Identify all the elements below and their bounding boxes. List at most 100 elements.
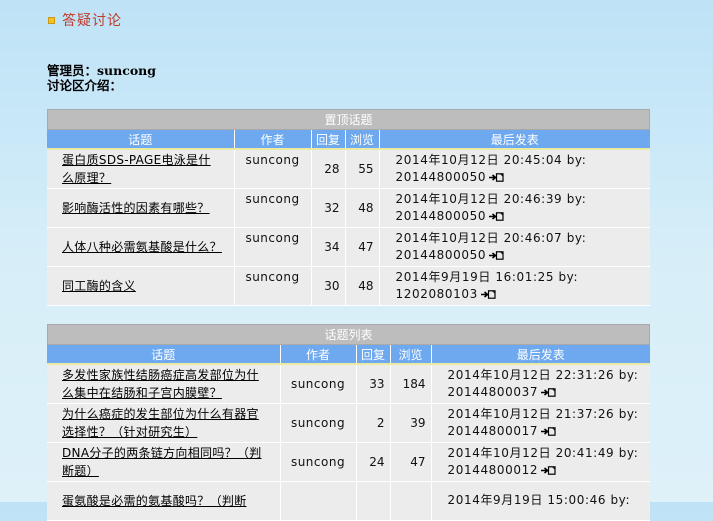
topic-cell: 为什么癌症的发生部位为什么有器官 选择性？（针对研究生） <box>47 403 281 443</box>
topic-link[interactable]: 多发性家族性结肠癌症高发部位为什 么集中在结肠和子宫内膜壁？ <box>62 368 259 400</box>
last-post-cell: 2014年10月12日 21:37:26 by: 20144800017 <box>431 403 650 443</box>
replies-cell: 30 <box>311 266 346 306</box>
table-row: DNA分子的两条链方向相同吗？（判 断题） suncong 24 47 2014年… <box>47 442 650 482</box>
last-post-time: 2014年9月19日 15:00:46 by: <box>447 493 631 508</box>
table-row: 人体八种必需氨基酸是什么？ suncong 34 47 2014年10月12日 … <box>47 227 650 267</box>
author-cell <box>280 481 357 521</box>
topic-cell: 蛋氨酸是必需的氨基酸吗？（判断 <box>47 481 281 521</box>
replies-cell: 24 <box>356 442 391 482</box>
arrow-into-page-icon[interactable] <box>489 248 505 260</box>
last-post-user[interactable]: 20144800050 <box>396 170 487 184</box>
pinned-header-row: 话题 作者 回复 浏览 最后发表 <box>47 130 650 150</box>
views-cell <box>390 481 432 521</box>
arrow-into-page-icon[interactable] <box>541 424 557 436</box>
author-cell: suncong <box>234 227 312 267</box>
last-post-time: 2014年10月12日 20:45:04 by: <box>395 153 587 168</box>
col-replies: 回复 <box>356 345 391 365</box>
last-post-cell: 2014年10月12日 20:46:39 by: 20144800050 <box>379 188 650 228</box>
last-post-user[interactable]: 20144800050 <box>396 248 487 262</box>
col-last-post: 最后发表 <box>379 130 650 150</box>
col-author: 作者 <box>280 345 357 365</box>
table-row: 影响酶活性的因素有哪些？ suncong 32 48 2014年10月12日 2… <box>47 188 650 228</box>
arrow-into-page-icon[interactable] <box>480 287 497 299</box>
replies-cell: 28 <box>311 149 346 189</box>
views-cell: 47 <box>390 442 432 482</box>
last-post-time: 2014年9月19日 16:01:25 by: <box>395 270 579 284</box>
topic-cell: 蛋白质SDS-PAGE电泳是什 么原理？ <box>47 149 235 189</box>
author-cell: suncong <box>234 149 312 189</box>
list-header-row: 话题 作者 回复 浏览 最后发表 <box>47 345 650 365</box>
bullet-icon <box>48 16 55 24</box>
topic-link[interactable]: 蛋氨酸是必需的氨基酸吗？（判断 <box>62 494 247 508</box>
last-post-user[interactable]: 1202080103 <box>396 287 478 301</box>
last-post-cell: 2014年9月19日 16:01:25 by: 1202080103 <box>379 266 650 306</box>
topic-link[interactable]: 为什么癌症的发生部位为什么有器官 选择性？（针对研究生） <box>62 407 259 439</box>
col-author: 作者 <box>234 130 312 150</box>
topic-link[interactable]: DNA分子的两条链方向相同吗？（判 断题） <box>62 446 262 478</box>
last-post-cell: 2014年9月19日 15:00:46 by: <box>431 481 650 521</box>
views-cell: 48 <box>345 188 380 228</box>
col-views: 浏览 <box>345 130 380 150</box>
author-cell: suncong <box>234 266 312 306</box>
topic-link[interactable]: 蛋白质SDS-PAGE电泳是什 么原理？ <box>62 153 211 185</box>
last-post-user[interactable]: 20144800050 <box>396 209 487 223</box>
replies-cell: 32 <box>311 188 346 228</box>
topic-cell: 同工酶的含义 <box>47 266 235 306</box>
replies-cell: 34 <box>311 227 346 267</box>
replies-cell: 2 <box>356 403 391 443</box>
intro-line: 讨论区介绍： <box>47 75 122 94</box>
topic-link[interactable]: 人体八种必需氨基酸是什么？ <box>62 240 222 254</box>
last-post-time: 2014年10月12日 20:41:49 by: <box>447 446 639 460</box>
last-post-cell: 2014年10月12日 22:31:26 by: 20144800037 <box>431 364 650 404</box>
last-post-time: 2014年10月12日 20:46:07 by: <box>395 231 587 245</box>
topic-link[interactable]: 影响酶活性的因素有哪些？ <box>62 201 210 215</box>
col-last-post: 最后发表 <box>431 345 650 365</box>
list-table: 话题 作者 回复 浏览 最后发表 多发性家族性结肠癌症高发部位为什 么集中在结肠和… <box>47 345 650 521</box>
topic-cell: 人体八种必需氨基酸是什么？ <box>47 227 235 267</box>
last-post-cell: 2014年10月12日 20:46:07 by: 20144800050 <box>379 227 650 267</box>
replies-cell <box>356 481 391 521</box>
last-post-cell: 2014年10月12日 20:45:04 by: 20144800050 <box>379 149 650 189</box>
arrow-into-page-icon[interactable] <box>489 170 505 182</box>
table-row: 多发性家族性结肠癌症高发部位为什 么集中在结肠和子宫内膜壁？ suncong 33… <box>47 364 650 404</box>
replies-cell: 33 <box>356 364 391 404</box>
last-post-time: 2014年10月12日 20:46:39 by: <box>395 192 587 206</box>
topic-link[interactable]: 同工酶的含义 <box>62 279 136 293</box>
last-post-user[interactable]: 20144800037 <box>448 385 539 399</box>
views-cell: 47 <box>345 227 380 267</box>
topic-cell: DNA分子的两条链方向相同吗？（判 断题） <box>47 442 281 482</box>
author-cell: suncong <box>280 364 357 404</box>
last-post-time: 2014年10月12日 22:31:26 by: <box>447 368 639 383</box>
views-cell: 48 <box>345 266 380 306</box>
topic-cell: 影响酶活性的因素有哪些？ <box>47 188 235 228</box>
col-views: 浏览 <box>390 345 432 365</box>
pinned-topics: 置顶话题 话题 作者 回复 浏览 最后发表 蛋白质SDS-PAGE电泳是什 么原理… <box>47 109 650 306</box>
col-topic: 话题 <box>47 130 235 150</box>
col-replies: 回复 <box>311 130 346 150</box>
last-post-user[interactable]: 20144800017 <box>448 424 539 438</box>
section-heading: 答疑讨论 <box>48 11 122 29</box>
pinned-title: 置顶话题 <box>47 109 650 130</box>
views-cell: 184 <box>390 364 432 404</box>
table-row: 蛋白质SDS-PAGE电泳是什 么原理？ suncong 28 55 2014年1… <box>47 149 650 189</box>
list-title: 话题列表 <box>47 324 650 345</box>
author-cell: suncong <box>234 188 312 228</box>
last-post-cell: 2014年10月12日 20:41:49 by: 20144800012 <box>431 442 650 482</box>
arrow-into-page-icon[interactable] <box>541 463 557 475</box>
author-cell: suncong <box>280 403 357 443</box>
table-row: 为什么癌症的发生部位为什么有器官 选择性？（针对研究生） suncong 2 39… <box>47 403 650 443</box>
views-cell: 39 <box>390 403 432 443</box>
last-post-time: 2014年10月12日 21:37:26 by: <box>447 407 639 421</box>
table-row: 同工酶的含义 suncong 30 48 2014年9月19日 16:01:25… <box>47 266 650 306</box>
table-row: 蛋氨酸是必需的氨基酸吗？（判断 2014年9月19日 15:00:46 by: <box>47 481 650 521</box>
author-cell: suncong <box>280 442 357 482</box>
views-cell: 55 <box>345 149 380 189</box>
section-title: 答疑讨论 <box>62 13 122 29</box>
arrow-into-page-icon[interactable] <box>541 385 557 397</box>
pinned-table: 话题 作者 回复 浏览 最后发表 蛋白质SDS-PAGE电泳是什 么原理？ sun… <box>47 130 650 306</box>
intro-label: 讨论区介绍： <box>47 78 123 93</box>
arrow-into-page-icon[interactable] <box>489 209 505 221</box>
topic-list: 话题列表 话题 作者 回复 浏览 最后发表 多发性家族性结肠癌症高发部位为什 么集… <box>47 324 650 521</box>
topic-cell: 多发性家族性结肠癌症高发部位为什 么集中在结肠和子宫内膜壁？ <box>47 364 281 404</box>
last-post-user[interactable]: 20144800012 <box>448 463 539 477</box>
